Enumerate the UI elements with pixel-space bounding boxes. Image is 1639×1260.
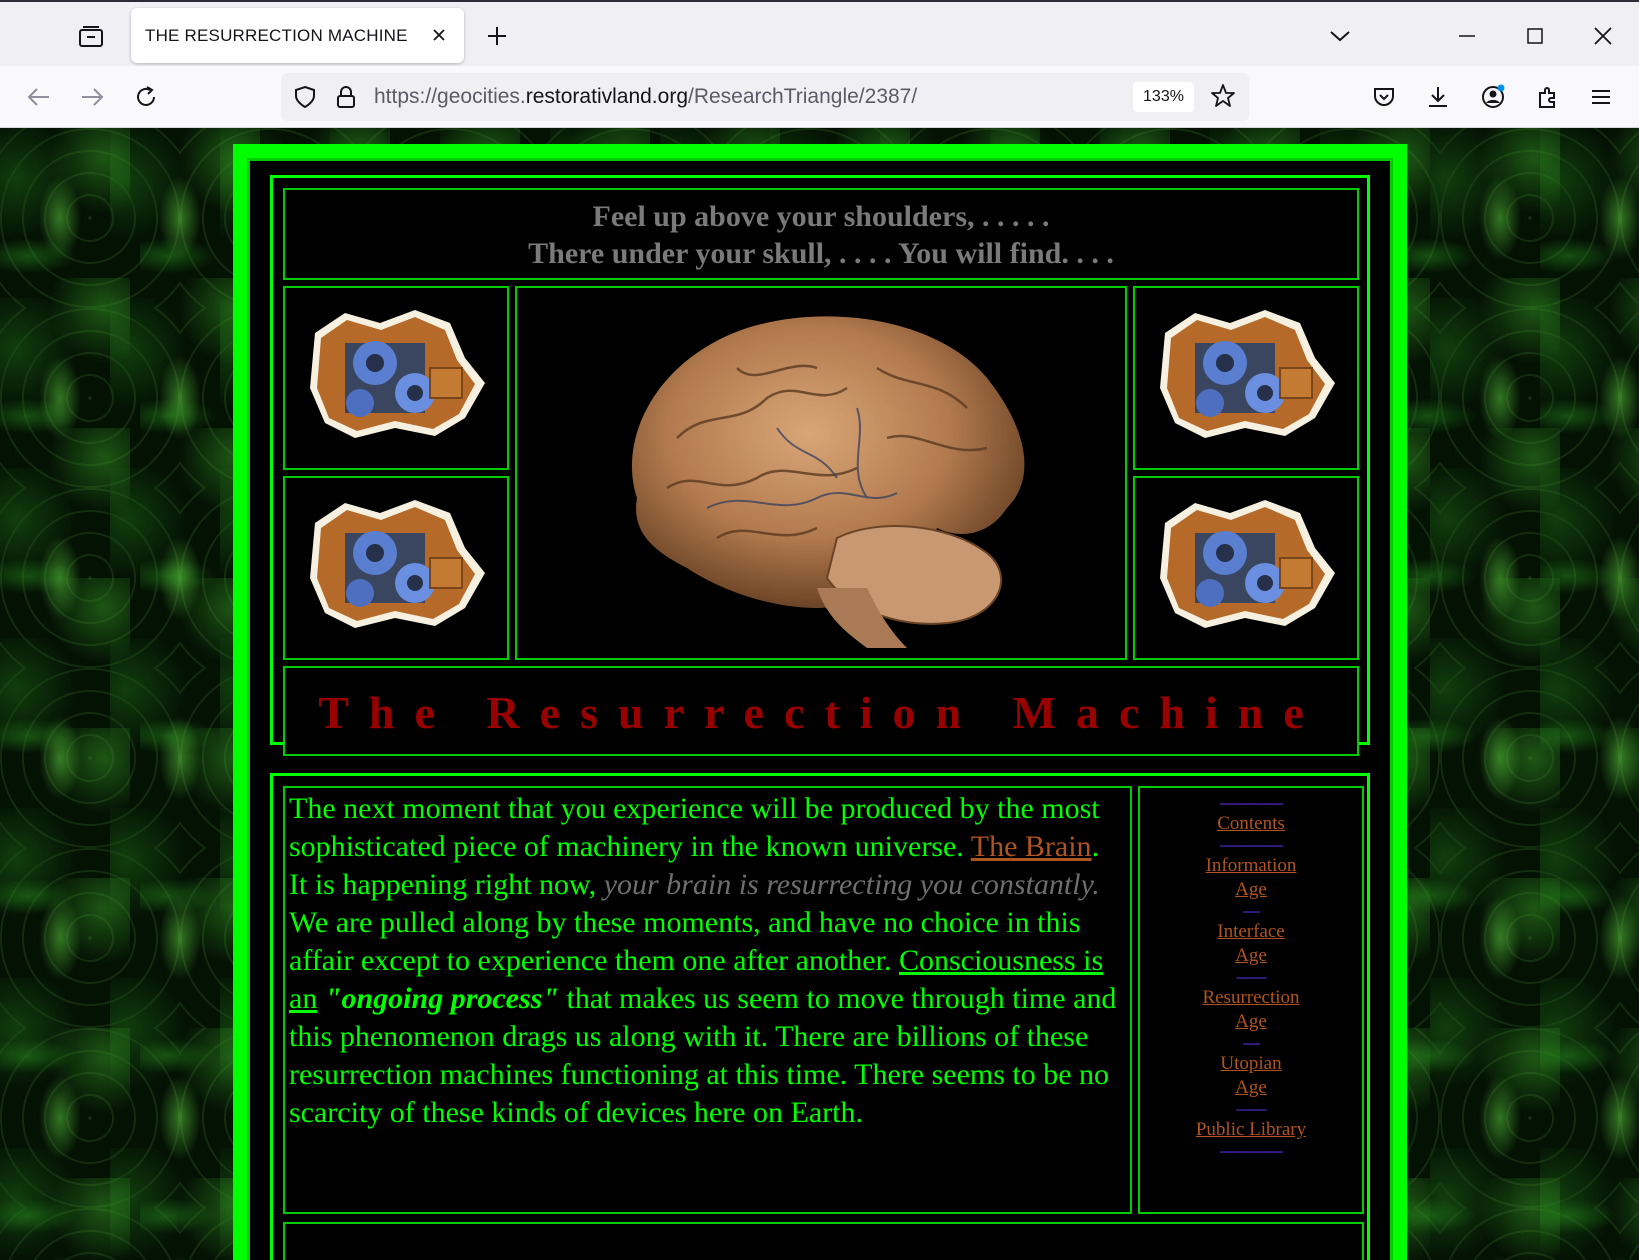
nav-separator: ------------------- xyxy=(1219,1143,1283,1158)
nav-public-library-link[interactable]: Public Library xyxy=(1140,1118,1362,1142)
nav-age-label: Age xyxy=(1235,1011,1267,1032)
the-brain-link[interactable]: The Brain xyxy=(971,830,1092,863)
gears-icon xyxy=(310,500,485,628)
page-frame-inner: Feel up above your shoulders, . . . . . … xyxy=(247,158,1393,1260)
page-frame: Feel up above your shoulders, . . . . . … xyxy=(233,144,1407,1260)
tab-title: THE RESURRECTION MACHINE xyxy=(145,26,408,45)
nav-separator: ----- xyxy=(1242,1035,1261,1050)
close-window-icon[interactable] xyxy=(1578,16,1628,56)
nav-information-age-link[interactable]: Information Age xyxy=(1140,854,1362,902)
new-tab-icon[interactable] xyxy=(482,21,512,51)
nav-age-label: Age xyxy=(1235,879,1267,900)
firefox-view-icon[interactable] xyxy=(76,22,106,52)
gear-image-top-left xyxy=(283,286,509,470)
hamburger-menu-icon[interactable] xyxy=(1584,80,1618,114)
gears-icon xyxy=(1160,500,1335,628)
nav-utopian-label: Utopian xyxy=(1220,1053,1282,1074)
nav-contents-link[interactable]: Contents xyxy=(1140,812,1362,836)
title-banner: The Resurrection Machine xyxy=(283,666,1359,756)
extensions-puzzle-icon[interactable] xyxy=(1531,80,1565,114)
pocket-icon[interactable] xyxy=(1367,80,1401,114)
nav-resurrection-age-link[interactable]: Resurrection Age xyxy=(1140,986,1362,1034)
shield-icon[interactable] xyxy=(293,85,317,114)
tagline-line-1: Feel up above your shoulders, . . . . . xyxy=(592,200,1050,233)
brain-icon xyxy=(631,316,1025,648)
chevron-down-icon[interactable] xyxy=(1325,21,1355,51)
navigation-bar: https://geocities.restorativland.org/Res… xyxy=(0,66,1639,128)
zoom-level-badge[interactable]: 133% xyxy=(1133,82,1194,112)
download-icon[interactable] xyxy=(1421,80,1455,114)
page-viewport: Feel up above your shoulders, . . . . . … xyxy=(0,128,1639,1260)
next-table-row xyxy=(283,1222,1364,1260)
site-title: The Resurrection Machine xyxy=(318,687,1324,738)
nav-separator: ------------------- xyxy=(1219,795,1283,810)
url-bar[interactable]: https://geocities.restorativland.org/Res… xyxy=(281,73,1249,121)
close-tab-icon[interactable] xyxy=(426,22,452,48)
forward-arrow-icon[interactable] xyxy=(75,80,109,114)
nav-age-label: Age xyxy=(1235,1077,1267,1098)
nav-information-label: Information xyxy=(1205,855,1297,876)
nav-separator: --------- xyxy=(1236,969,1267,984)
paragraph-2-start: It is happening right now, xyxy=(289,868,604,901)
side-navigation: ------------------- Contents -----------… xyxy=(1138,786,1364,1214)
url-text[interactable]: https://geocities.restorativland.org/Res… xyxy=(374,85,917,109)
paragraph-1-end: . xyxy=(1091,830,1100,863)
nav-resurrection-label: Resurrection xyxy=(1202,987,1300,1008)
nav-interface-label: Interface xyxy=(1217,921,1285,942)
star-icon[interactable] xyxy=(1210,83,1236,114)
nav-separator: ----- xyxy=(1242,903,1261,918)
article-body: The next moment that you experience will… xyxy=(283,786,1132,1214)
faded-phrase: your brain is resurrecting you constantl… xyxy=(603,868,1100,901)
back-arrow-icon[interactable] xyxy=(22,80,56,114)
ongoing-process-emphasis: "ongoing process" xyxy=(324,982,559,1015)
brain-image xyxy=(515,286,1127,660)
active-tab[interactable]: THE RESURRECTION MACHINE xyxy=(131,8,464,63)
nav-interface-age-link[interactable]: Interface Age xyxy=(1140,920,1362,968)
nav-separator: ------------------- xyxy=(1219,837,1283,852)
tab-bar: THE RESURRECTION MACHINE xyxy=(0,0,1639,66)
gears-icon xyxy=(310,310,485,438)
account-icon[interactable] xyxy=(1476,80,1510,114)
lock-icon[interactable] xyxy=(335,85,357,114)
nav-utopian-age-link[interactable]: Utopian Age xyxy=(1140,1052,1362,1100)
nav-age-label: Age xyxy=(1235,945,1267,966)
header-table: Feel up above your shoulders, . . . . . … xyxy=(270,175,1370,756)
maximize-icon[interactable] xyxy=(1510,16,1560,56)
gear-image-bottom-right xyxy=(1133,476,1359,660)
minimize-icon[interactable] xyxy=(1442,16,1492,56)
reload-icon[interactable] xyxy=(129,80,163,114)
gear-image-top-right xyxy=(1133,286,1359,470)
gears-icon xyxy=(1160,310,1335,438)
tagline-line-2: There under your skull, . . . . You will… xyxy=(528,237,1114,270)
gear-image-bottom-left xyxy=(283,476,509,660)
tagline: Feel up above your shoulders, . . . . . … xyxy=(283,188,1359,280)
content-table: The next moment that you experience will… xyxy=(270,773,1370,1260)
nav-separator: --------- xyxy=(1236,1101,1267,1116)
